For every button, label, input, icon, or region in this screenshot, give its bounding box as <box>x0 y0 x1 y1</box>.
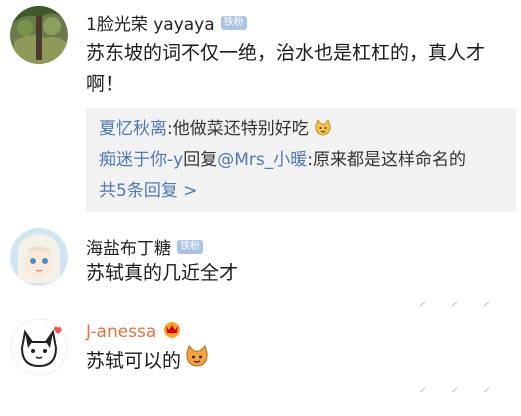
more-replies-link[interactable]: 共5条回复 > <box>99 176 504 207</box>
username[interactable]: 海盐布丁糖 铁粉 <box>86 234 203 259</box>
share-icon[interactable] <box>419 386 427 394</box>
reply-box[interactable]: 夏忆秋离:他做菜还特别好吃 痴迷于你-y回复@Mrs_小暖:原来都是这样命名的 … <box>86 108 516 212</box>
username[interactable]: J-anessa <box>86 320 182 343</box>
reply-verb: 回复 <box>183 150 218 170</box>
comment-text: 苏东坡的词不仅一绝，治水也是杠杠的，真人才啊！ <box>86 42 486 95</box>
comment-text: 苏轼可以的 <box>86 344 209 378</box>
username-text[interactable]: J-anessa <box>86 322 156 342</box>
reply-mention[interactable]: @Mrs_小暖 <box>217 150 307 170</box>
username-text[interactable]: 海盐布丁糖 <box>86 234 171 259</box>
reply-author[interactable]: 夏忆秋离 <box>99 119 167 139</box>
like-icon[interactable] <box>483 300 491 308</box>
avatar[interactable] <box>10 318 68 376</box>
comment-icon[interactable] <box>451 386 459 394</box>
reply-author[interactable]: 痴迷于你-y <box>99 150 183 170</box>
avatar[interactable] <box>10 6 68 64</box>
reply-item[interactable]: 夏忆秋离:他做菜还特别好吃 <box>99 114 504 145</box>
comment-text-content: 苏轼可以的 <box>86 349 182 372</box>
comment-text: 苏轼真的几近全才 <box>86 262 239 284</box>
comment-actions <box>419 386 491 394</box>
comment-icon[interactable] <box>451 300 459 308</box>
username[interactable]: 1脸光荣 yayaya 铁粉 <box>86 10 247 35</box>
like-icon[interactable] <box>483 386 491 394</box>
fan-badge: 铁粉 <box>220 15 247 30</box>
reply-content: 他做菜还特别好吃 <box>172 119 309 139</box>
cat-emoji-icon <box>314 117 332 148</box>
cat-emoji-icon <box>185 344 209 378</box>
share-icon[interactable] <box>419 300 427 308</box>
vip-crown-icon <box>162 320 182 343</box>
fan-badge: 铁粉 <box>177 239 203 254</box>
username-text[interactable]: 1脸光荣 yayaya <box>86 10 215 35</box>
reply-content: 原来都是这样命名的 <box>312 150 466 170</box>
avatar[interactable] <box>10 228 68 286</box>
reply-item[interactable]: 痴迷于你-y回复@Mrs_小暖:原来都是这样命名的 <box>99 145 504 176</box>
comment-actions <box>419 300 491 308</box>
